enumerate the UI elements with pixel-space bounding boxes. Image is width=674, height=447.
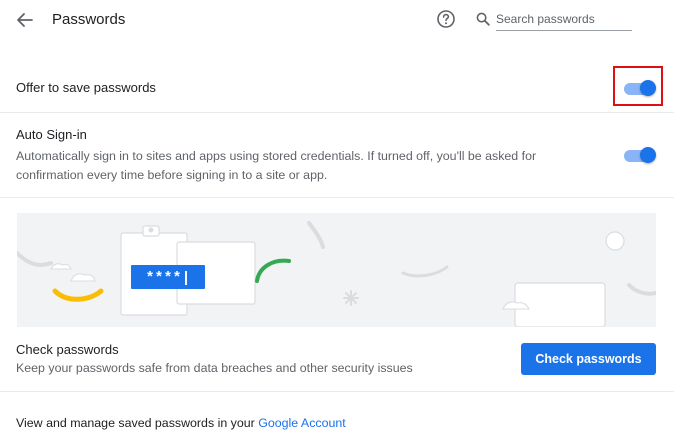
auto-signin-description: Automatically sign in to sites and apps … bbox=[16, 149, 537, 182]
check-passwords-button[interactable]: Check passwords bbox=[521, 343, 656, 375]
auto-signin-title: Auto Sign-in bbox=[16, 127, 87, 142]
help-button[interactable] bbox=[436, 9, 456, 29]
check-passwords-title: Check passwords bbox=[16, 342, 119, 357]
offer-to-save-label: Offer to save passwords bbox=[16, 80, 156, 95]
passwords-settings-page: Passwords Offer to save passwords Auto S… bbox=[0, 0, 674, 447]
help-circle-icon bbox=[437, 10, 455, 28]
divider bbox=[0, 197, 674, 198]
page-header: Passwords bbox=[0, 0, 674, 40]
divider bbox=[0, 112, 674, 113]
check-passwords-illustration: ****| bbox=[17, 213, 656, 327]
page-title: Passwords bbox=[52, 11, 126, 28]
manage-passwords-line: View and manage saved passwords in your … bbox=[16, 416, 346, 430]
back-button[interactable] bbox=[14, 10, 36, 30]
check-passwords-description: Keep your passwords safe from data breac… bbox=[16, 361, 413, 375]
auto-signin-toggle[interactable] bbox=[622, 147, 656, 163]
search-input[interactable] bbox=[496, 8, 632, 31]
highlight-box bbox=[613, 66, 663, 106]
toggle-knob bbox=[640, 147, 656, 163]
security-illustration: ****| bbox=[17, 221, 656, 327]
arrow-left-icon bbox=[17, 13, 33, 27]
divider bbox=[0, 391, 674, 392]
search-box bbox=[476, 8, 656, 32]
search-icon bbox=[476, 12, 490, 26]
google-account-link[interactable]: Google Account bbox=[258, 416, 345, 430]
password-mask-text: ****| bbox=[145, 270, 190, 287]
manage-passwords-text: View and manage saved passwords in your bbox=[16, 416, 259, 430]
